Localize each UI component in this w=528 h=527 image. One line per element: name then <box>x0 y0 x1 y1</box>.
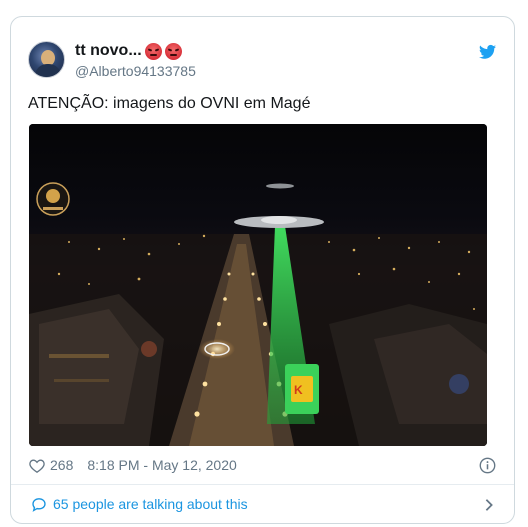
ufo-night-city-image: K <box>29 124 487 446</box>
tweet-timestamp[interactable]: 8:18 PM - May 12, 2020 <box>87 457 236 473</box>
tweet-meta: 268 8:18 PM - May 12, 2020 <box>29 457 237 473</box>
twitter-bird-icon[interactable] <box>479 44 496 60</box>
chat-bubble-icon <box>32 497 46 512</box>
tweet-video-media[interactable]: K <box>29 124 487 446</box>
angry-face-emoji-icon <box>144 42 162 60</box>
tweet-card[interactable]: tt novo... @Alberto94133785 ATENÇÃO: ima… <box>10 16 515 524</box>
conversation-link[interactable]: 65 people are talking about this <box>31 496 248 512</box>
chevron-right-icon[interactable] <box>484 498 494 512</box>
author-handle[interactable]: @Alberto94133785 <box>75 63 196 79</box>
svg-text:K: K <box>294 383 303 397</box>
tweet-header: tt novo... @Alberto94133785 <box>11 17 514 97</box>
author-name[interactable]: tt novo... <box>75 42 142 60</box>
divider <box>11 484 514 485</box>
avatar[interactable] <box>28 41 65 78</box>
tweet-text: ATENÇÃO: imagens do OVNI em Magé <box>28 95 311 112</box>
heart-icon[interactable] <box>29 458 45 473</box>
talking-count-text[interactable]: 65 people are talking about this <box>53 496 248 512</box>
angry-face-emoji-icon <box>164 42 182 60</box>
author-name-row[interactable]: tt novo... <box>75 42 182 60</box>
like-count[interactable]: 268 <box>50 457 73 473</box>
info-icon[interactable] <box>479 457 496 474</box>
